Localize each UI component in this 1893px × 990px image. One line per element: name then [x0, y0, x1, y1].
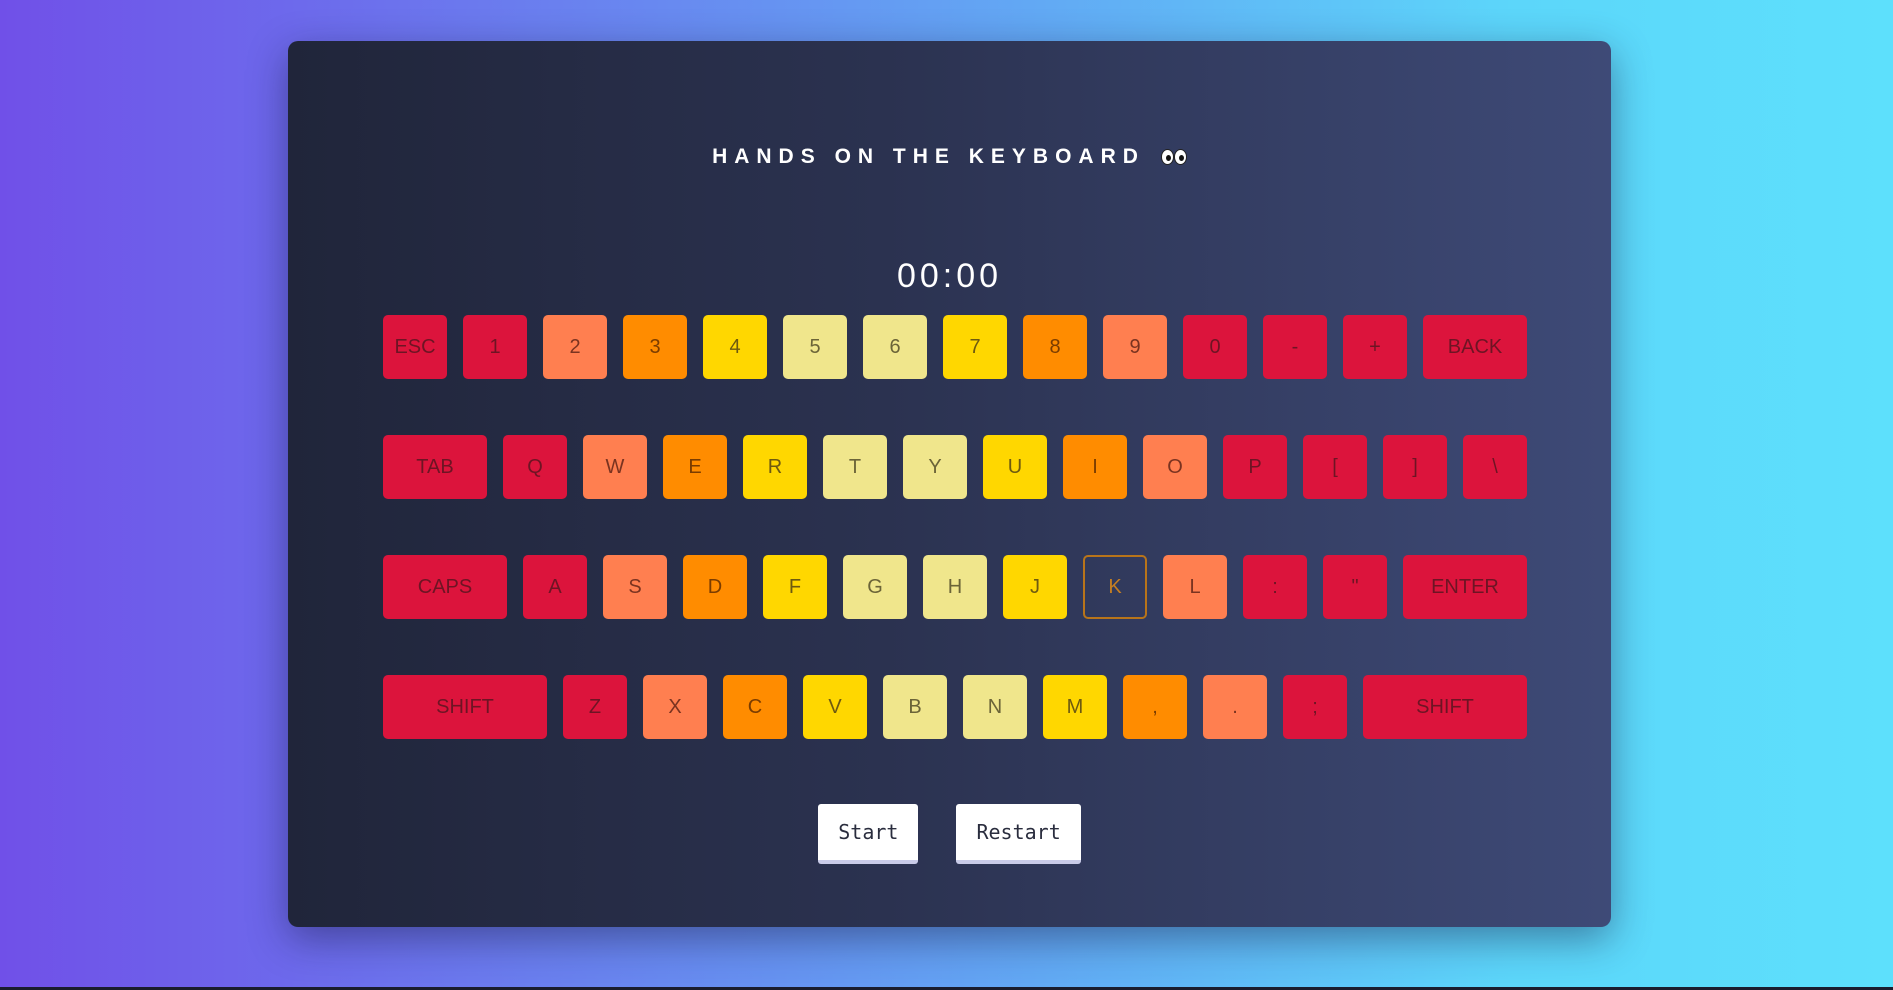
- key-1[interactable]: 1: [463, 315, 527, 379]
- key-i[interactable]: I: [1063, 435, 1127, 499]
- key-c[interactable]: C: [723, 675, 787, 739]
- key-sym3-10[interactable]: ;: [1283, 675, 1347, 739]
- keyboard-row: ESC 1 2 3 4 5 6 7 8 9 0- + BACK: [383, 315, 1527, 379]
- key-b[interactable]: B: [883, 675, 947, 739]
- key-j[interactable]: J: [1003, 555, 1067, 619]
- right-eye-icon: [1173, 149, 1187, 165]
- key-sym0-12[interactable]: +: [1343, 315, 1407, 379]
- key-back[interactable]: BACK: [1423, 315, 1527, 379]
- keyboard-row: SHIFT Z X C V B N M,.; SHIFT: [383, 675, 1527, 739]
- key-e[interactable]: E: [663, 435, 727, 499]
- key-z[interactable]: Z: [563, 675, 627, 739]
- key-sym1-12[interactable]: ]: [1383, 435, 1447, 499]
- key-l[interactable]: L: [1163, 555, 1227, 619]
- key-shift[interactable]: SHIFT: [1363, 675, 1527, 739]
- restart-button[interactable]: Restart: [956, 804, 1081, 864]
- key-s[interactable]: S: [603, 555, 667, 619]
- key-h[interactable]: H: [923, 555, 987, 619]
- key-2[interactable]: 2: [543, 315, 607, 379]
- key-4[interactable]: 4: [703, 315, 767, 379]
- key-o[interactable]: O: [1143, 435, 1207, 499]
- key-3[interactable]: 3: [623, 315, 687, 379]
- virtual-keyboard: ESC 1 2 3 4 5 6 7 8 9 0- + BACK TAB Q W E R T Y U I O P[] \ CAPS A…: [383, 315, 1527, 795]
- page-title: HANDS ON THE KEYBOARD: [288, 145, 1611, 169]
- key-esc[interactable]: ESC: [383, 315, 447, 379]
- eyes-icon: [1160, 149, 1187, 165]
- key-k[interactable]: K: [1083, 555, 1147, 619]
- keyboard-panel: HANDS ON THE KEYBOARD 00:00 ESC 1 2 3 4 5 6 7 8 9…: [288, 41, 1611, 927]
- key-9[interactable]: 9: [1103, 315, 1167, 379]
- key-w[interactable]: W: [583, 435, 647, 499]
- key-sym3-8[interactable]: ,: [1123, 675, 1187, 739]
- key-u[interactable]: U: [983, 435, 1047, 499]
- key-0[interactable]: 0: [1183, 315, 1247, 379]
- key-x[interactable]: X: [643, 675, 707, 739]
- key-5[interactable]: 5: [783, 315, 847, 379]
- key-t[interactable]: T: [823, 435, 887, 499]
- controls: Start Restart: [288, 804, 1611, 864]
- key-f[interactable]: F: [763, 555, 827, 619]
- key-caps[interactable]: CAPS: [383, 555, 507, 619]
- left-eye-icon: [1160, 149, 1174, 165]
- key-enter[interactable]: ENTER: [1403, 555, 1527, 619]
- key-n[interactable]: N: [963, 675, 1027, 739]
- key-m[interactable]: M: [1043, 675, 1107, 739]
- start-button[interactable]: Start: [818, 804, 919, 864]
- keyboard-row: TAB Q W E R T Y U I O P[] \: [383, 435, 1527, 499]
- key-sym3-9[interactable]: .: [1203, 675, 1267, 739]
- key-tab[interactable]: TAB: [383, 435, 487, 499]
- key-sym1-13[interactable]: \: [1463, 435, 1527, 499]
- key-g[interactable]: G: [843, 555, 907, 619]
- key-8[interactable]: 8: [1023, 315, 1087, 379]
- key-a[interactable]: A: [523, 555, 587, 619]
- key-d[interactable]: D: [683, 555, 747, 619]
- key-sym0-11[interactable]: -: [1263, 315, 1327, 379]
- title-text: HANDS ON THE KEYBOARD: [712, 145, 1145, 168]
- key-sym2-10[interactable]: :: [1243, 555, 1307, 619]
- key-sym2-11[interactable]: ": [1323, 555, 1387, 619]
- key-q[interactable]: Q: [503, 435, 567, 499]
- key-sym1-11[interactable]: [: [1303, 435, 1367, 499]
- key-6[interactable]: 6: [863, 315, 927, 379]
- key-y[interactable]: Y: [903, 435, 967, 499]
- keyboard-row: CAPS A S D F G H J K L: " ENTER: [383, 555, 1527, 619]
- key-shift[interactable]: SHIFT: [383, 675, 547, 739]
- timer-display: 00:00: [896, 257, 1003, 295]
- key-7[interactable]: 7: [943, 315, 1007, 379]
- key-p[interactable]: P: [1223, 435, 1287, 499]
- key-v[interactable]: V: [803, 675, 867, 739]
- key-r[interactable]: R: [743, 435, 807, 499]
